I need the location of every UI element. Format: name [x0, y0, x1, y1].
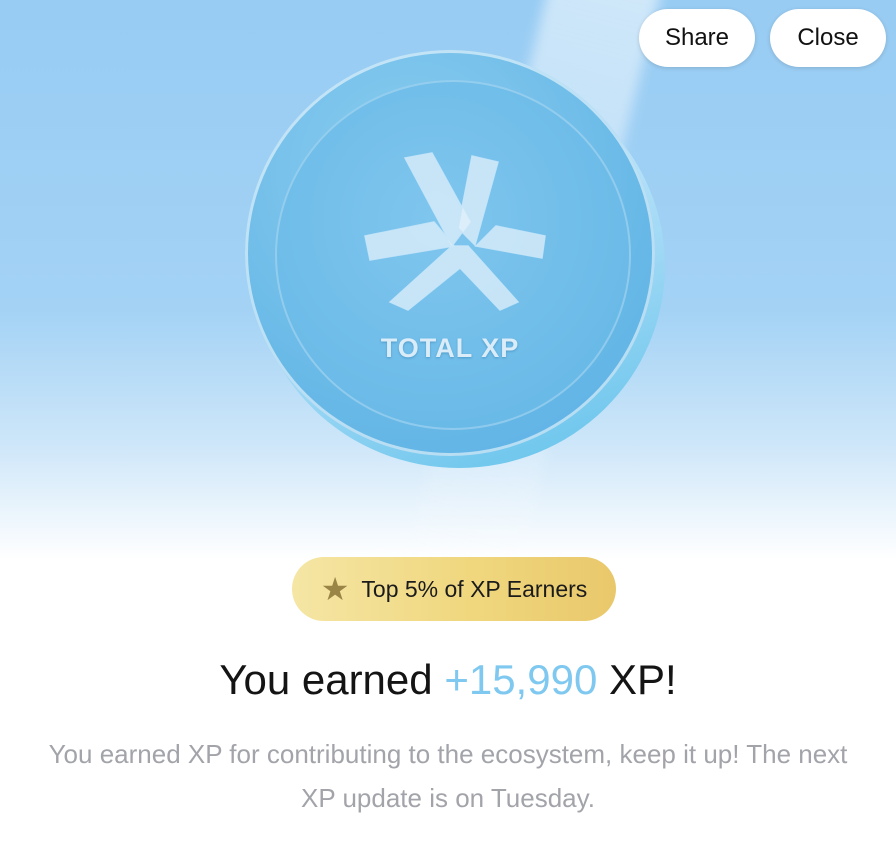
- headline-prefix: You earned: [219, 656, 433, 703]
- coin-face: TOTAL XP: [245, 50, 655, 456]
- xp-logo-icon: [364, 152, 546, 311]
- headline-suffix: XP!: [608, 656, 677, 703]
- xp-coin: TOTAL XP: [245, 50, 665, 470]
- coin-label: TOTAL XP: [380, 333, 520, 363]
- xp-description: You earned XP for contributing to the ec…: [48, 739, 848, 813]
- close-button[interactable]: Close: [770, 9, 886, 67]
- xp-headline: You earned +15,990 XP!: [0, 656, 896, 704]
- star-icon: ★: [320, 570, 350, 608]
- xp-amount: +15,990: [444, 656, 598, 703]
- badge-text: Top 5% of XP Earners: [361, 575, 588, 602]
- hero-banner: TOTAL XP: [0, 0, 896, 560]
- share-button[interactable]: Share: [639, 9, 755, 67]
- rank-badge: ★ Top 5% of XP Earners: [292, 557, 616, 621]
